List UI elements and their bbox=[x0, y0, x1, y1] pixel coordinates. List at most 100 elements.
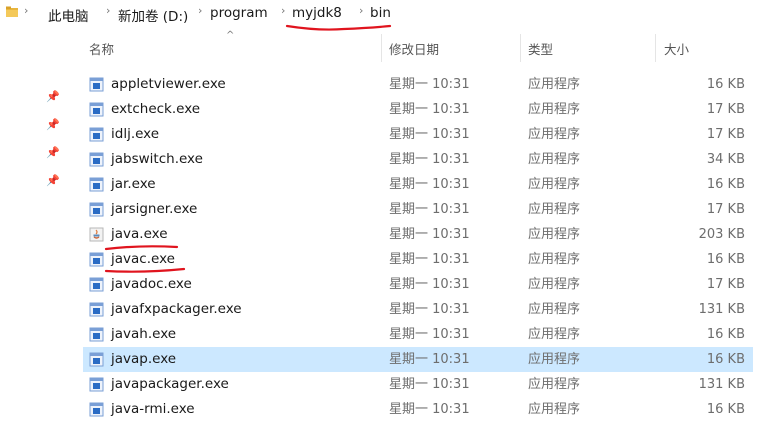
file-name: javadoc.exe bbox=[111, 276, 192, 292]
file-modified-date: 星期一 10:31 bbox=[389, 327, 470, 342]
file-name: jar.exe bbox=[111, 176, 156, 192]
file-name: java.exe bbox=[111, 226, 168, 242]
file-row[interactable]: javadoc.exe 星期一 10:31 应用程序 17 KB bbox=[83, 272, 753, 297]
chevron-right-icon: › bbox=[198, 4, 203, 17]
breadcrumb-program[interactable]: program bbox=[210, 5, 268, 21]
file-type: 应用程序 bbox=[528, 227, 581, 242]
file-size: 16 KB bbox=[706, 352, 745, 367]
column-header-name[interactable]: 名称 bbox=[89, 34, 114, 62]
exe-icon bbox=[89, 152, 104, 167]
file-name: javac.exe bbox=[111, 251, 175, 267]
file-size: 17 KB bbox=[706, 277, 745, 292]
file-modified-date: 星期一 10:31 bbox=[389, 252, 470, 267]
file-type: 应用程序 bbox=[528, 277, 581, 292]
file-row[interactable]: javah.exe 星期一 10:31 应用程序 16 KB bbox=[83, 322, 753, 347]
exe-icon bbox=[89, 252, 104, 267]
folder-icon bbox=[6, 6, 18, 17]
file-type: 应用程序 bbox=[528, 327, 581, 342]
file-modified-date: 星期一 10:31 bbox=[389, 377, 470, 392]
file-size: 34 KB bbox=[706, 152, 745, 167]
address-bar[interactable]: › 此电脑 › 新加卷 (D:) › program › myjdk8 › bi… bbox=[0, 0, 783, 28]
exe-icon bbox=[89, 327, 104, 342]
exe-icon bbox=[89, 77, 104, 92]
file-row[interactable]: javap.exe 星期一 10:31 应用程序 16 KB bbox=[83, 347, 753, 372]
file-modified-date: 星期一 10:31 bbox=[389, 127, 470, 142]
file-name: java-rmi.exe bbox=[111, 401, 195, 417]
file-size: 16 KB bbox=[706, 327, 745, 342]
exe-icon bbox=[89, 102, 104, 117]
column-header-date[interactable]: 修改日期 bbox=[389, 34, 439, 62]
exe-icon bbox=[89, 177, 104, 192]
column-header-type[interactable]: 类型 bbox=[528, 34, 553, 62]
file-size: 16 KB bbox=[706, 177, 745, 192]
exe-icon bbox=[89, 277, 104, 292]
file-row[interactable]: jarsigner.exe 星期一 10:31 应用程序 17 KB bbox=[83, 197, 753, 222]
file-row[interactable]: appletviewer.exe 星期一 10:31 应用程序 16 KB bbox=[83, 72, 753, 97]
file-name: jabswitch.exe bbox=[111, 151, 203, 167]
exe-icon bbox=[89, 352, 104, 367]
column-divider[interactable] bbox=[655, 34, 656, 62]
file-modified-date: 星期一 10:31 bbox=[389, 202, 470, 217]
chevron-right-icon: › bbox=[24, 4, 29, 17]
pin-icon[interactable]: 📌 bbox=[46, 90, 60, 103]
file-row[interactable]: java-rmi.exe 星期一 10:31 应用程序 16 KB bbox=[83, 397, 753, 422]
file-row[interactable]: jabswitch.exe 星期一 10:31 应用程序 34 KB bbox=[83, 147, 753, 172]
chevron-right-icon: › bbox=[106, 4, 111, 17]
file-name: javap.exe bbox=[111, 351, 177, 367]
file-modified-date: 星期一 10:31 bbox=[389, 302, 470, 317]
column-divider[interactable] bbox=[381, 34, 382, 62]
breadcrumb-this-pc[interactable]: 此电脑 bbox=[48, 5, 89, 25]
file-name: idlj.exe bbox=[111, 126, 160, 142]
file-name: javafxpackager.exe bbox=[111, 301, 242, 317]
file-row[interactable]: javac.exe 星期一 10:31 应用程序 16 KB bbox=[83, 247, 753, 272]
exe-icon bbox=[89, 302, 104, 317]
file-size: 131 KB bbox=[698, 302, 745, 317]
file-row[interactable]: extcheck.exe 星期一 10:31 应用程序 17 KB bbox=[83, 97, 753, 122]
file-type: 应用程序 bbox=[528, 77, 581, 92]
file-type: 应用程序 bbox=[528, 152, 581, 167]
file-type: 应用程序 bbox=[528, 377, 581, 392]
file-modified-date: 星期一 10:31 bbox=[389, 277, 470, 292]
exe-icon bbox=[89, 377, 104, 392]
breadcrumb-drive[interactable]: 新加卷 (D:) bbox=[118, 5, 188, 25]
breadcrumb-bin[interactable]: bin bbox=[370, 5, 391, 21]
file-row[interactable]: javapackager.exe 星期一 10:31 应用程序 131 KB bbox=[83, 372, 753, 397]
file-type: 应用程序 bbox=[528, 102, 581, 117]
file-modified-date: 星期一 10:31 bbox=[389, 102, 470, 117]
column-header-size[interactable]: 大小 bbox=[664, 34, 689, 62]
pin-icon[interactable]: 📌 bbox=[46, 174, 60, 187]
exe-icon bbox=[89, 402, 104, 417]
breadcrumb-myjdk8[interactable]: myjdk8 bbox=[292, 5, 342, 21]
file-row[interactable]: java.exe 星期一 10:31 应用程序 203 KB bbox=[83, 222, 753, 247]
file-name: javah.exe bbox=[111, 326, 177, 342]
file-row[interactable]: jar.exe 星期一 10:31 应用程序 16 KB bbox=[83, 172, 753, 197]
file-name: appletviewer.exe bbox=[111, 76, 226, 92]
file-size: 17 KB bbox=[706, 102, 745, 117]
file-size: 16 KB bbox=[706, 402, 745, 417]
sort-ascending-icon: ^ bbox=[226, 30, 235, 41]
exe-icon bbox=[89, 127, 104, 142]
file-name: javapackager.exe bbox=[111, 376, 229, 392]
exe-icon bbox=[89, 202, 104, 217]
file-size: 203 KB bbox=[698, 227, 745, 242]
file-type: 应用程序 bbox=[528, 202, 581, 217]
java-icon bbox=[89, 227, 104, 242]
file-type: 应用程序 bbox=[528, 252, 581, 267]
chevron-right-icon: › bbox=[281, 4, 286, 17]
file-type: 应用程序 bbox=[528, 127, 581, 142]
file-size: 17 KB bbox=[706, 127, 745, 142]
file-row[interactable]: javafxpackager.exe 星期一 10:31 应用程序 131 KB bbox=[83, 297, 753, 322]
chevron-right-icon: › bbox=[359, 4, 364, 17]
file-size: 131 KB bbox=[698, 377, 745, 392]
column-divider[interactable] bbox=[520, 34, 521, 62]
pin-icon[interactable]: 📌 bbox=[46, 146, 60, 159]
file-row[interactable]: idlj.exe 星期一 10:31 应用程序 17 KB bbox=[83, 122, 753, 147]
file-size: 16 KB bbox=[706, 252, 745, 267]
file-type: 应用程序 bbox=[528, 352, 581, 367]
file-modified-date: 星期一 10:31 bbox=[389, 402, 470, 417]
pin-icon[interactable]: 📌 bbox=[46, 118, 60, 131]
file-name: jarsigner.exe bbox=[111, 201, 198, 217]
file-type: 应用程序 bbox=[528, 302, 581, 317]
file-modified-date: 星期一 10:31 bbox=[389, 177, 470, 192]
file-modified-date: 星期一 10:31 bbox=[389, 77, 470, 92]
